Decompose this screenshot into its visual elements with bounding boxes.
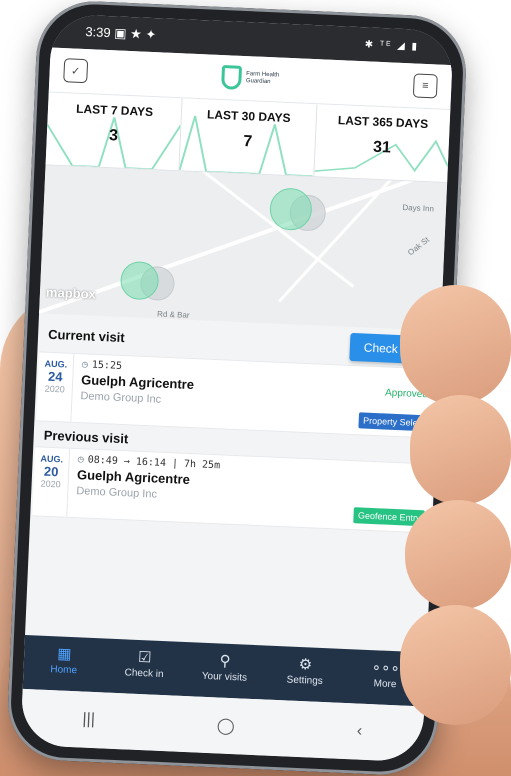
hand-finger (400, 285, 511, 405)
nav-your-visits[interactable]: ⚲ Your visits (183, 642, 266, 699)
logo-shield-icon (221, 65, 243, 90)
nav-label: Check in (124, 667, 164, 681)
back-icon[interactable]: ‹ (356, 723, 362, 741)
mapbox-logo: mapbox (45, 284, 97, 302)
hand-finger (410, 395, 511, 505)
nav-check-in[interactable]: ☑ Check in (103, 638, 186, 695)
visit-year: 2020 (40, 478, 61, 490)
status-right-icons: ✱ ᵀᴱ ◢ ▮ (364, 38, 420, 53)
visit-date: AUG. 24 2020 (36, 352, 75, 422)
clock-icon: ◷ (77, 454, 84, 466)
status-left-icons: ▣ ★ ✦ (113, 25, 157, 43)
map-label: Rd & Bar (156, 309, 190, 320)
phone-frame: 3:39 ▣ ★ ✦ ✱ ᵀᴱ ◢ ▮ ✓ Farm Health Guardi… (5, 0, 469, 776)
status-time: 3:39 (85, 24, 112, 41)
map-road (39, 165, 448, 316)
stat-last-365-days[interactable]: LAST 365 DAYS 31 (314, 104, 450, 182)
nav-label: Your visits (201, 670, 248, 684)
section-title: Previous visit (43, 427, 129, 447)
app-logo: Farm Health Guardian (221, 65, 280, 91)
visit-month: AUG. (44, 358, 68, 370)
visit-date: AUG. 20 2020 (32, 447, 71, 517)
clipboard-check-icon[interactable]: ✓ (63, 58, 89, 84)
stat-last-7-days[interactable]: LAST 7 DAYS 3 (45, 92, 183, 171)
message-icon[interactable]: ≡ (412, 73, 438, 99)
map-road (277, 165, 429, 303)
map-label: Days Inn (402, 203, 435, 214)
visit-day: 24 (47, 368, 63, 385)
section-title: Current visit (47, 326, 126, 345)
hand-finger (405, 500, 511, 610)
home-icon[interactable]: ◯ (216, 715, 235, 736)
visit-day: 20 (43, 463, 59, 480)
hand-finger (400, 605, 511, 725)
nav-home[interactable]: ▦ Home (23, 635, 106, 692)
nav-label: Settings (286, 674, 324, 688)
recent-apps-icon[interactable]: ||| (82, 711, 95, 730)
clock-icon: ◷ (81, 359, 89, 371)
map-view[interactable]: Days Inn Oak St Rd & Bar mapbox i (39, 165, 448, 331)
map-label: Oak St (405, 235, 431, 258)
nav-label: Home (50, 664, 78, 677)
visit-year: 2020 (44, 383, 66, 395)
nav-settings[interactable]: ⚙ Settings (264, 646, 347, 703)
stat-last-30-days[interactable]: LAST 30 DAYS 7 (179, 98, 318, 177)
visit-time: 15:25 (91, 359, 123, 372)
phone-screen: 3:39 ▣ ★ ✦ ✱ ᵀᴱ ◢ ▮ ✓ Farm Health Guardi… (20, 13, 454, 763)
